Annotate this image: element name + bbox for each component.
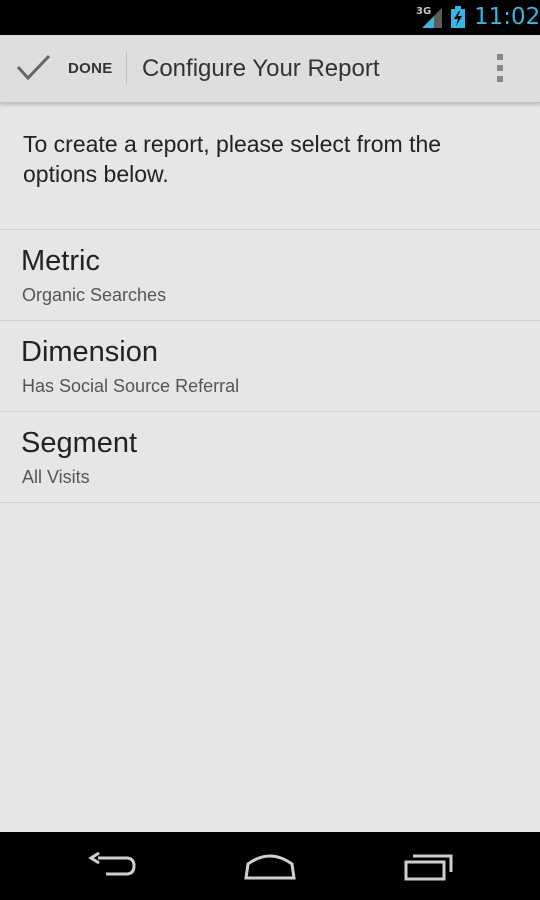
signal-icon <box>420 6 444 33</box>
page-title: Configure Your Report <box>142 55 380 82</box>
option-value: All Visits <box>22 467 90 487</box>
screen: 3G 11:02 DONE Configure Your Report To c… <box>0 0 540 900</box>
battery-charging-icon <box>450 6 466 33</box>
option-title: Metric <box>21 245 100 277</box>
done-button[interactable]: DONE <box>0 35 126 102</box>
navigation-bar <box>0 832 540 900</box>
action-bar: DONE Configure Your Report <box>0 35 540 103</box>
status-bar: 3G 11:02 <box>0 0 540 35</box>
action-bar-divider <box>126 51 127 85</box>
option-title: Dimension <box>21 336 158 368</box>
check-icon <box>16 53 52 88</box>
option-title: Segment <box>21 427 138 459</box>
recent-apps-icon[interactable] <box>403 850 455 887</box>
done-label: DONE <box>68 60 113 77</box>
back-icon[interactable] <box>88 850 138 887</box>
option-value: Organic Searches <box>22 285 167 305</box>
option-metric[interactable]: Metric Organic Searches <box>0 230 540 320</box>
clock: 11:02 <box>474 4 540 30</box>
home-icon[interactable] <box>243 850 297 887</box>
option-value: Has Social Source Referral <box>22 376 240 396</box>
overflow-menu-icon[interactable] <box>488 48 512 88</box>
option-segment[interactable]: Segment All Visits <box>0 412 540 502</box>
divider <box>0 502 540 503</box>
option-dimension[interactable]: Dimension Has Social Source Referral <box>0 321 540 411</box>
intro-text: To create a report, please select from t… <box>23 131 442 187</box>
